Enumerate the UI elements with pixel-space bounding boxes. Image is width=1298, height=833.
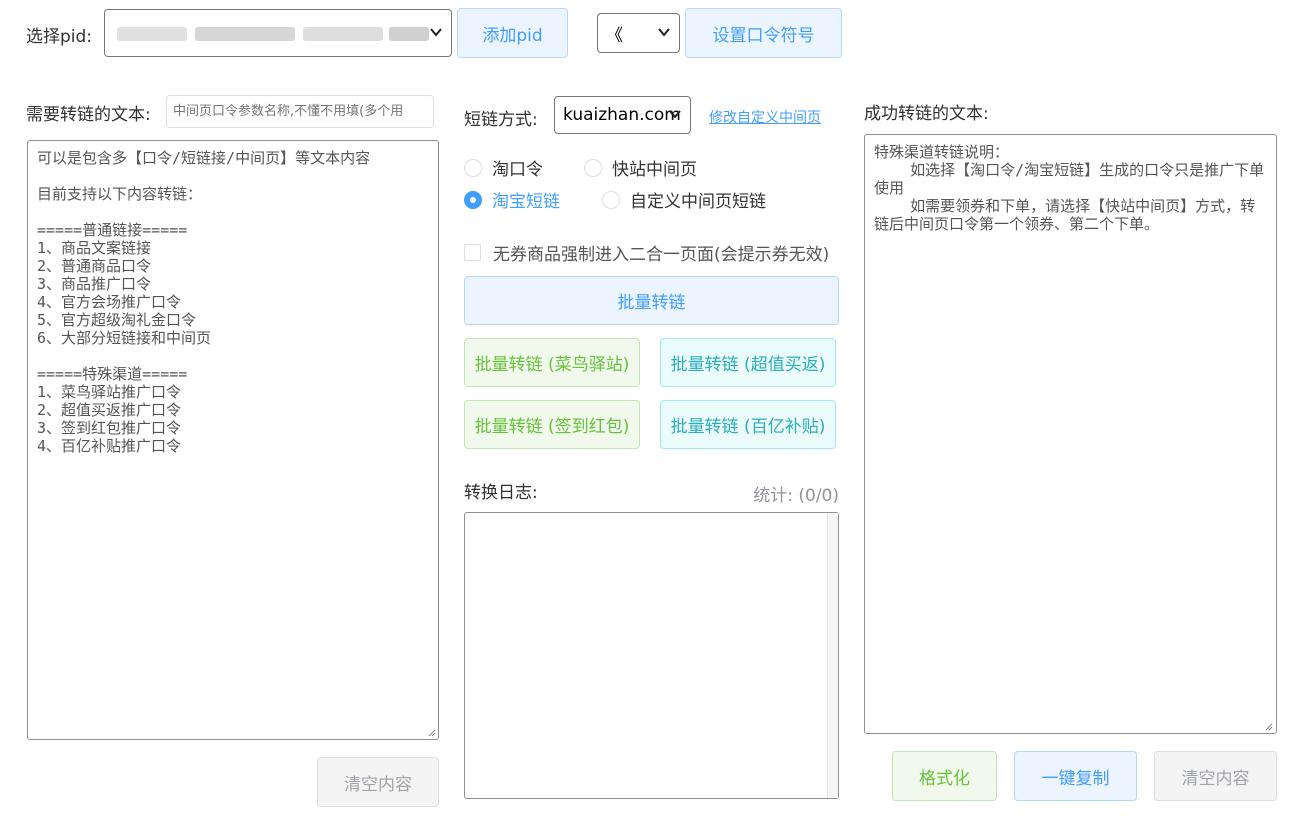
set-symbol-button[interactable]: 设置口令符号 (685, 8, 842, 58)
output-textarea[interactable]: 特殊渠道转链说明： 如选择【淘口令/淘宝短链】生成的口令只是推广下单使用 如需要… (864, 134, 1277, 734)
radio-taobao-short[interactable]: 淘宝短链 (464, 187, 560, 212)
pid-select[interactable] (104, 9, 452, 57)
short-link-selected-value: kuaizhan.com (563, 105, 681, 125)
redacted-text (195, 27, 295, 41)
radio-circle (464, 190, 482, 209)
radio-taokouling[interactable]: 淘口令 (464, 155, 543, 180)
batch-convert-button[interactable]: 批量转链 (464, 276, 839, 325)
param-name-input[interactable] (166, 95, 434, 128)
radio-kuaizhan[interactable]: 快站中间页 (584, 155, 697, 180)
chevron-down-icon (430, 28, 442, 37)
resize-grip-icon[interactable] (426, 727, 436, 737)
radio-label: 淘宝短链 (492, 192, 560, 212)
batch-chaozhi-button[interactable]: 批量转链 (超值买返) (660, 338, 836, 387)
symbol-selected-value: 《 (606, 25, 623, 46)
redacted-text (389, 27, 429, 41)
batch-qiandao-button[interactable]: 批量转链 (签到红包) (464, 400, 640, 449)
checkbox-label: 无券商品强制进入二合一页面(会提示券无效) (493, 245, 830, 265)
symbol-select[interactable]: 《 (597, 13, 680, 53)
force-two-in-one-checkbox[interactable]: 无券商品强制进入二合一页面(会提示券无效) (464, 240, 829, 265)
radio-circle (602, 190, 620, 209)
pid-label: 选择pid: (26, 27, 93, 47)
log-label: 转换日志: (464, 483, 538, 503)
clear-input-button[interactable]: 清空内容 (317, 757, 439, 807)
add-pid-button[interactable]: 添加pid (457, 8, 568, 58)
chevron-down-icon (669, 110, 681, 119)
radio-circle (464, 158, 482, 177)
format-button[interactable]: 格式化 (892, 751, 997, 801)
batch-baiyi-button[interactable]: 批量转链 (百亿补贴) (660, 400, 836, 449)
short-link-label: 短链方式: (464, 110, 538, 130)
resize-grip-icon[interactable] (1263, 721, 1273, 731)
output-text-label: 成功转链的文本: (864, 104, 989, 124)
checkbox-box (464, 244, 481, 261)
input-text-label: 需要转链的文本: (26, 105, 151, 125)
short-link-select[interactable]: kuaizhan.com (554, 96, 691, 134)
log-scrollbar[interactable] (827, 513, 838, 798)
radio-label: 快站中间页 (612, 160, 697, 180)
log-area[interactable] (464, 512, 839, 799)
chevron-down-icon (658, 28, 670, 37)
clear-output-button[interactable]: 清空内容 (1154, 751, 1277, 801)
copy-all-button[interactable]: 一键复制 (1014, 751, 1137, 801)
radio-label: 自定义中间页短链 (630, 192, 766, 212)
radio-label: 淘口令 (492, 160, 543, 180)
redacted-text (303, 27, 383, 41)
batch-cainiao-button[interactable]: 批量转链 (菜鸟驿站) (464, 338, 640, 387)
radio-custom-short[interactable]: 自定义中间页短链 (602, 187, 766, 212)
modify-custom-page-link[interactable]: 修改自定义中间页 (709, 107, 821, 127)
radio-circle (584, 158, 602, 177)
redacted-text (117, 27, 187, 41)
input-textarea[interactable]: 可以是包含多【口令/短链接/中间页】等文本内容 目前支持以下内容转链： ====… (27, 140, 439, 740)
stats-text: 统计: (0/0) (753, 486, 839, 506)
